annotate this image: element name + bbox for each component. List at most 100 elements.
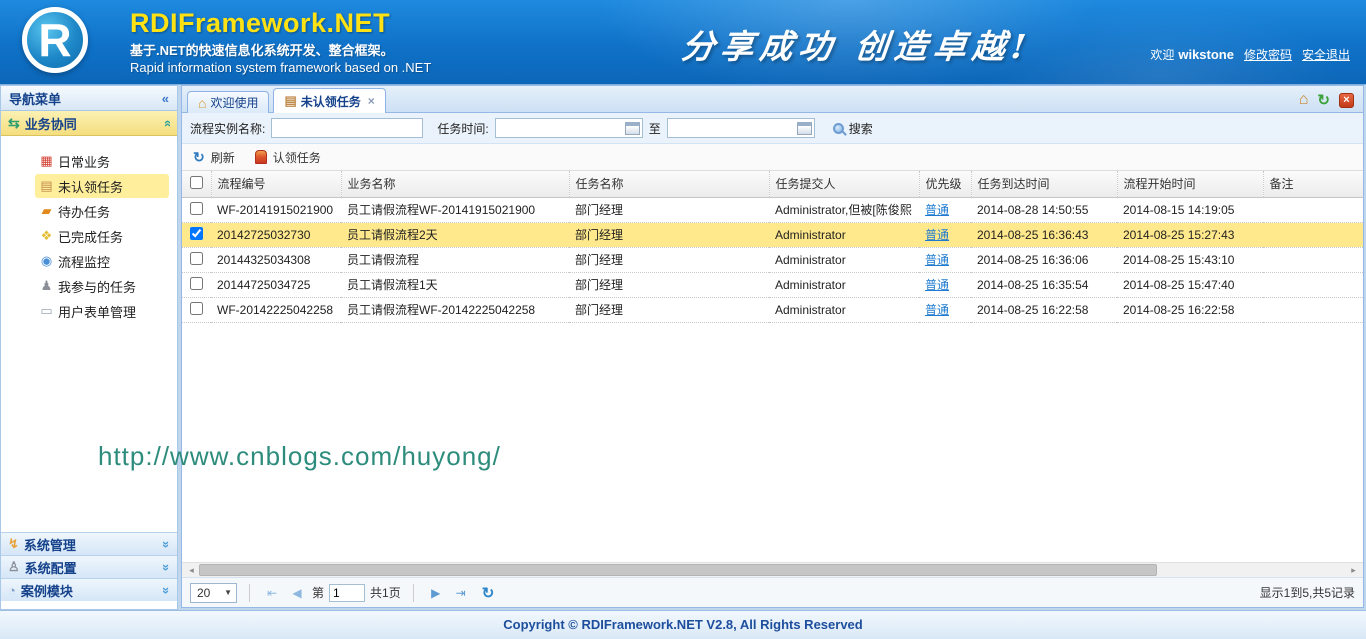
priority-link[interactable]: 普通 [925,278,949,292]
cell-task-name: 部门经理 [569,297,769,323]
search-button[interactable]: 搜索 [832,120,873,137]
chevron-down-icon: » [158,540,174,548]
cell-remark [1263,222,1363,248]
change-password-link[interactable]: 修改密码 [1244,46,1292,63]
username: wikstone [1178,47,1234,62]
layers-icon: ❖ [40,228,53,243]
briefcase-icon: ▰ [41,203,52,218]
page-number-input[interactable] [329,583,366,602]
home-icon[interactable]: ⌂ [1299,91,1309,109]
tab-unclaimed-tasks[interactable]: ▤ 未认领任务 × [273,88,386,113]
prev-page-button[interactable]: ◀ [287,586,307,600]
logout-link[interactable]: 安全退出 [1302,46,1350,63]
section-label: 系统配置 [24,560,77,576]
refresh-button[interactable]: ↻ 刷新 [193,149,235,166]
chevron-down-icon: » [158,563,174,571]
table-row[interactable]: WF-20142225042258 员工请假流程WF-2014222504225… [182,297,1363,323]
horizontal-scrollbar[interactable]: ◂ ▸ [182,562,1363,577]
table-row[interactable]: 20144325034308 员工请假流程 部门经理 Administrator… [182,247,1363,273]
cell-start-time: 2014-08-25 15:47:40 [1117,272,1263,298]
priority-link[interactable]: 普通 [925,203,949,217]
instance-name-label: 流程实例名称: [190,121,266,136]
col-arrival-time[interactable]: 任务到达时间 [971,171,1118,198]
col-start-time[interactable]: 流程开始时间 [1117,171,1264,198]
app-logo: R [22,7,88,73]
calendar-icon[interactable] [624,121,640,135]
header-slogan: 分享成功 创造卓越! [679,27,1034,66]
task-time-to-input[interactable] [667,120,797,136]
col-priority[interactable]: 优先级 [919,171,972,198]
sidebar-item-unclaimed-tasks[interactable]: ▤ 未认领任务 [35,174,169,198]
table-row[interactable]: WF-20141915021900 员工请假流程WF-2014191502190… [182,197,1363,223]
lightning-icon: ↯ [8,536,19,551]
last-page-button[interactable]: ⇥ [451,586,471,600]
col-business-name[interactable]: 业务名称 [341,171,570,198]
col-submitter[interactable]: 任务提交人 [769,171,920,198]
cell-start-time: 2014-08-25 15:43:10 [1117,247,1263,273]
next-page-button[interactable]: ▶ [426,586,446,600]
priority-link[interactable]: 普通 [925,253,949,267]
cell-priority: 普通 [919,247,971,273]
first-page-button[interactable]: ⇤ [262,586,282,600]
sidebar-filler [1,324,177,532]
reload-icon[interactable]: ↻ [482,584,495,602]
task-time-to-field [666,118,815,138]
eye-icon: ◉ [40,253,53,268]
table-row[interactable]: 20144725034725 员工请假流程1天 部门经理 Administrat… [182,272,1363,298]
sidebar-item-process-monitor[interactable]: ◉ 流程监控 [35,249,169,273]
claim-task-button[interactable]: 认领任务 [254,149,321,166]
row-checkbox[interactable] [190,301,203,315]
row-checkbox[interactable] [190,251,203,265]
close-icon[interactable]: × [1339,92,1354,108]
brand-block: RDIFramework.NET 基于.NET的快速信息化系统开发、整合框架。 … [130,8,431,76]
cell-business-name: 员工请假流程2天 [341,222,569,248]
instance-name-input[interactable] [271,118,424,138]
row-checkbox[interactable] [190,276,203,290]
refresh-label: 刷新 [210,150,235,165]
scroll-left-icon[interactable]: ◂ [184,563,199,577]
table-row-selected[interactable]: 20142725032730 员工请假流程2天 部门经理 Administrat… [182,222,1363,248]
calendar-icon: ▦ [40,153,53,168]
scrollbar-thumb[interactable] [199,564,1157,576]
refresh-icon[interactable]: ↻ [1317,91,1330,109]
row-checkbox[interactable] [190,226,203,240]
priority-link[interactable]: 普通 [925,303,949,317]
section-label: 系统管理 [23,537,76,553]
calendar-icon[interactable] [796,121,812,135]
scroll-right-icon[interactable]: ▸ [1346,563,1361,577]
sidebar-title: 导航菜单 [9,91,62,107]
sidebar-section-case-modules[interactable]: ◔ 案例模块 » [1,578,177,601]
cell-business-name: 员工请假流程WF-20141915021900 [341,197,569,223]
cell-start-time: 2014-08-25 16:22:58 [1117,297,1263,323]
priority-link[interactable]: 普通 [925,228,949,242]
task-time-from-input[interactable] [495,120,625,136]
sidebar-item-label: 待办任务 [58,204,111,220]
body-row: 导航菜单 « ⇆ 业务协同 » ▦ 日常业务 ▤ 未认领任务 ▰ 待办任务 ❖ … [0,85,1366,610]
select-all-header [182,171,212,198]
pagination-bar: 20 ▼ ⇤ ◀ 第 共1页 ▶ ⇥ ↻ 显示1到5,共5记录 [182,577,1363,607]
sidebar-item-daily-business[interactable]: ▦ 日常业务 [35,149,169,173]
tab-tools: ⌂ ↻ × [1299,91,1354,109]
seal-icon: ♙ [8,559,20,574]
sidebar: 导航菜单 « ⇆ 业务协同 » ▦ 日常业务 ▤ 未认领任务 ▰ 待办任务 ❖ … [0,85,178,610]
sidebar-section-system-config[interactable]: ♙ 系统配置 » [1,555,177,578]
select-all-checkbox[interactable] [189,175,203,189]
tab-welcome[interactable]: ⌂ 欢迎使用 [187,91,270,113]
sidebar-item-todo-tasks[interactable]: ▰ 待办任务 [35,199,169,223]
page-size-select[interactable]: 20 ▼ [190,582,237,603]
cell-arrival-time: 2014-08-25 16:36:43 [971,222,1117,248]
row-checkbox[interactable] [190,201,203,215]
sidebar-item-completed-tasks[interactable]: ❖ 已完成任务 [35,224,169,248]
cell-arrival-time: 2014-08-25 16:36:06 [971,247,1117,273]
col-process-id[interactable]: 流程编号 [211,171,342,198]
col-task-name[interactable]: 任务名称 [569,171,770,198]
col-remark[interactable]: 备注 [1263,171,1363,198]
sidebar-item-user-form-management[interactable]: ▭ 用户表单管理 [35,299,169,323]
sidebar-item-my-participated-tasks[interactable]: ♟ 我参与的任务 [35,274,169,298]
sidebar-collapse-icon[interactable]: « [162,91,169,106]
sidebar-section-collaboration[interactable]: ⇆ 业务协同 » [1,111,177,136]
sidebar-section-system-management[interactable]: ↯ 系统管理 » [1,532,177,555]
refresh-icon: ↻ [193,148,205,165]
tab-close-icon[interactable]: × [368,94,375,108]
clipboard-icon: ▤ [40,178,53,193]
